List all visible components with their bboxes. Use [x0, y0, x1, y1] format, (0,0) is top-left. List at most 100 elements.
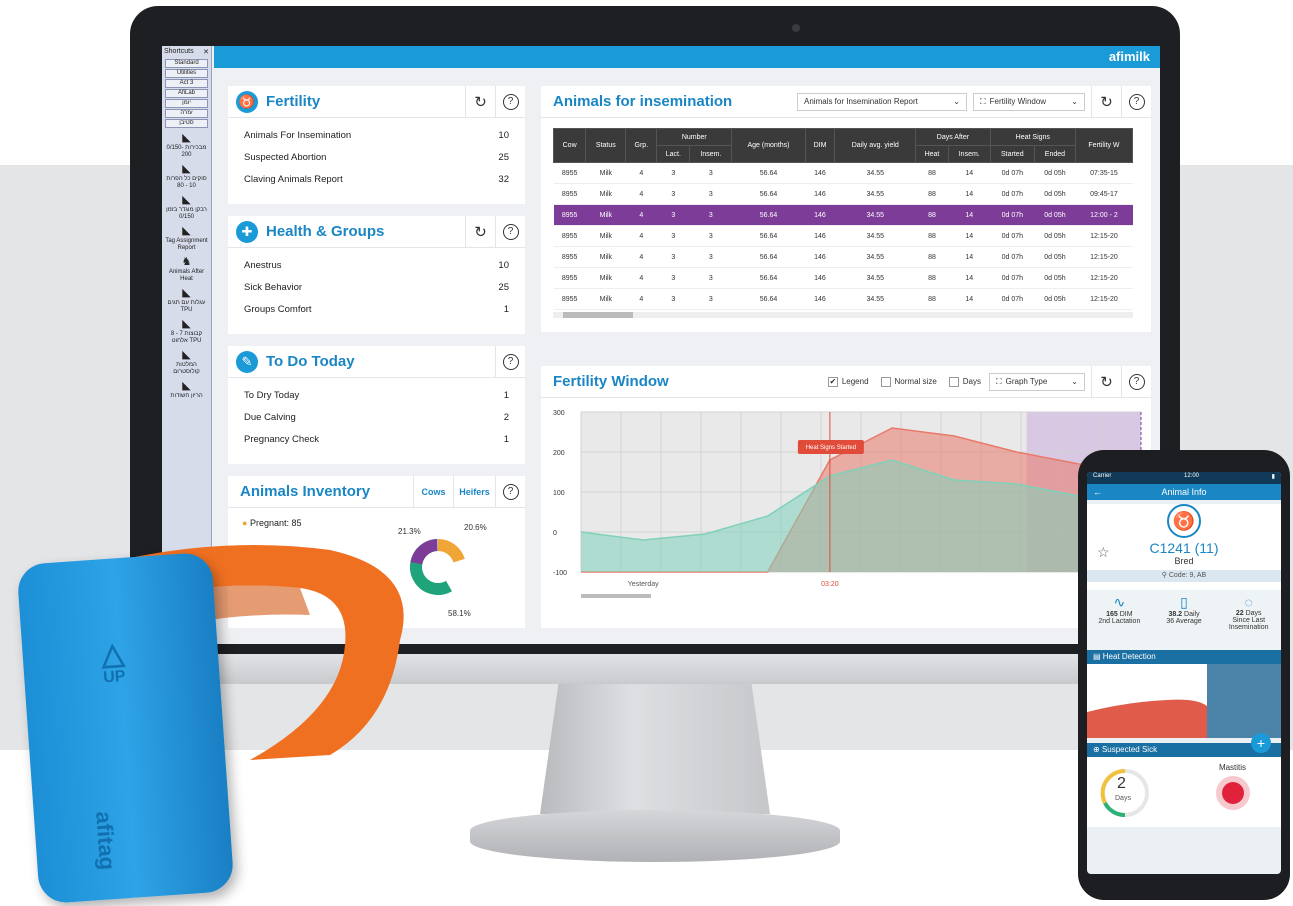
shortcut-item[interactable]: ◣ מבכירות 0/150-200 — [164, 132, 209, 159]
table-row[interactable]: 8955 Milk 4 3 3 56.64 146 34.55 88 14 0d 07h 0d 05h… — [553, 162, 1133, 184]
column-header[interactable]: Grp. — [625, 128, 658, 163]
close-icon[interactable]: ✕ — [203, 48, 209, 56]
shortcut-item[interactable]: ◣ Tag Assignment Report — [164, 225, 209, 252]
help-button[interactable]: ? — [495, 216, 525, 247]
shortcut-button[interactable]: Act 3 — [165, 79, 208, 88]
help-button[interactable]: ? — [1121, 365, 1151, 398]
window-select[interactable]: ⛶ Fertility Window ⌄ — [973, 92, 1085, 111]
column-header[interactable]: Cow — [552, 128, 587, 163]
report-select[interactable]: Animals for Insemination Report ⌄ — [797, 92, 967, 111]
star-icon[interactable]: ☆ — [1097, 544, 1110, 561]
tab-cows[interactable]: Cows — [413, 476, 453, 507]
list-item[interactable]: Pregnancy Check 1 — [228, 428, 525, 450]
help-button[interactable]: ? — [495, 86, 525, 117]
shortcut-item[interactable]: ◣ הריון חשודות — [164, 380, 209, 400]
refresh-icon[interactable]: ↻ — [465, 216, 495, 247]
graph-type-select[interactable]: ⛶ Graph Type ⌄ — [989, 372, 1085, 391]
table-row[interactable]: 8955 Milk 4 3 3 56.64 146 34.55 88 14 0d 07h 0d 05h… — [553, 267, 1133, 289]
column-header[interactable]: Fertility W — [1074, 128, 1134, 163]
add-button[interactable]: + — [1251, 733, 1271, 753]
row-label: To Dry Today — [244, 389, 300, 401]
table-cell: 0d 07h — [990, 183, 1035, 205]
column-subheader[interactable]: Insem. — [947, 145, 991, 163]
column-header[interactable]: Age (months) — [731, 128, 806, 163]
help-button[interactable]: ? — [495, 346, 525, 377]
list-item[interactable]: Claving Animals Report 32 — [228, 168, 525, 190]
refresh-icon[interactable]: ↻ — [1091, 85, 1121, 118]
column-subheader[interactable]: Lact. — [656, 145, 691, 163]
table-cell: 56.64 — [731, 288, 806, 310]
phone-status-bar: Carrier 12:00 ▮ — [1087, 472, 1281, 484]
table-row[interactable]: 8955 Milk 4 3 3 56.64 146 34.55 88 14 0d 07h 0d 05h… — [553, 204, 1133, 226]
shortcut-button[interactable]: Utilities — [165, 69, 208, 78]
table-cell: Milk — [585, 288, 626, 310]
shortcut-button[interactable]: Standard — [165, 59, 208, 68]
table-cell: 4 — [625, 225, 657, 247]
insemination-icon: ◌ — [1244, 594, 1253, 610]
legend-checkbox[interactable]: ✔ Legend — [827, 376, 869, 387]
table-cell: 0d 05h — [1034, 162, 1076, 184]
column-header[interactable]: DIM — [804, 128, 836, 163]
camera-dot — [792, 24, 800, 32]
help-button[interactable]: ? — [1121, 85, 1151, 118]
list-item[interactable]: Groups Comfort 1 — [228, 298, 525, 320]
shortcut-button[interactable]: עזרה — [165, 109, 208, 118]
column-subheader[interactable]: Insem. — [689, 145, 733, 163]
normal-size-checkbox[interactable]: Normal size — [880, 376, 937, 387]
table-row[interactable]: 8955 Milk 4 3 3 56.64 146 34.55 88 14 0d 07h 0d 05h… — [553, 183, 1133, 205]
shortcut-item[interactable]: ◣ רבקן מוגדר בזמן 0/150 — [164, 194, 209, 221]
column-header[interactable]: Status — [585, 128, 627, 163]
column-subheader[interactable]: Started — [989, 145, 1035, 163]
shortcut-button[interactable]: יומן — [165, 99, 208, 108]
scrollbar-thumb[interactable] — [563, 312, 633, 318]
table-cell: 56.64 — [731, 246, 806, 268]
shortcut-button[interactable]: AfiLab — [165, 89, 208, 98]
table-cell: 88 — [915, 204, 949, 226]
table-row[interactable]: 8955 Milk 4 3 3 56.64 146 34.55 88 14 0d 07h 0d 05h… — [553, 225, 1133, 247]
horizontal-scrollbar[interactable] — [553, 312, 1133, 318]
table-cell: 88 — [915, 225, 949, 247]
shortcut-item[interactable]: ◣ קבוצות 7 - 8 אלחוט TPU — [164, 318, 209, 345]
column-header[interactable]: Heat Signs — [989, 128, 1076, 146]
list-item[interactable]: Sick Behavior 25 — [228, 276, 525, 298]
table-cell: 3 — [656, 288, 690, 310]
days-checkbox[interactable]: Days — [948, 376, 981, 387]
sick-card: 2 Days Mastitis — [1087, 757, 1281, 827]
column-subheader[interactable]: Heat — [915, 145, 949, 163]
list-item[interactable]: Due Calving 2 — [228, 406, 525, 428]
refresh-icon[interactable]: ↻ — [465, 86, 495, 117]
help-icon: ? — [502, 353, 519, 370]
suspected-sick-header[interactable]: ⊕ Suspected Sick + — [1087, 733, 1281, 757]
back-arrow-icon[interactable]: ← — [1093, 484, 1102, 500]
panel-title: Fertility Window — [553, 373, 669, 390]
shortcut-item[interactable]: ◣ סוקים כל הפרות 10 - 80 — [164, 163, 209, 190]
column-header[interactable]: Daily avg. yield — [834, 128, 917, 163]
shortcut-item[interactable]: ◣ עגלות עם תגים TPU — [164, 287, 209, 314]
column-subheader[interactable]: Ended — [1033, 145, 1076, 163]
list-item[interactable]: Animals For Insemination 10 — [228, 124, 525, 146]
column-header[interactable]: Days After — [915, 128, 991, 146]
row-value: 10 — [498, 129, 509, 141]
shortcut-item[interactable]: ♞ Animals After Heat — [164, 256, 209, 283]
tab-heifers[interactable]: Heifers — [453, 476, 495, 507]
refresh-icon[interactable]: ↻ — [1091, 365, 1121, 398]
list-item[interactable]: To Dry Today 1 — [228, 384, 525, 406]
table-cell: 3 — [656, 162, 690, 184]
shortcut-item[interactable]: ◣ המלטות קולוסטרום — [164, 349, 209, 376]
shortcut-button[interactable]: סטיבן — [165, 119, 208, 128]
column-header[interactable]: Number — [656, 128, 733, 146]
help-button[interactable]: ? — [495, 476, 525, 507]
cow-id: C1241 (11) — [1149, 540, 1219, 556]
shortcut-label: המלטות קולוסטרום — [173, 362, 200, 375]
list-item[interactable]: Anestrus 10 — [228, 254, 525, 276]
doc-icon: ◣ — [182, 318, 191, 330]
table-cell: 0d 05h — [1034, 246, 1076, 268]
table-cell: 8955 — [553, 204, 586, 226]
heat-detection-header[interactable]: ▤ Heat Detection — [1087, 650, 1281, 664]
table-cell: Milk — [585, 162, 626, 184]
table-row[interactable]: 8955 Milk 4 3 3 56.64 146 34.55 88 14 0d 07h 0d 05h… — [553, 288, 1133, 310]
table-row[interactable]: 8955 Milk 4 3 3 56.64 146 34.55 88 14 0d 07h 0d 05h… — [553, 246, 1133, 268]
table-cell: 146 — [805, 204, 835, 226]
phone-screen: Carrier 12:00 ▮ ← Animal Info ♉ ☆ C1241 (11… — [1087, 472, 1281, 874]
list-item[interactable]: Suspected Abortion 25 — [228, 146, 525, 168]
